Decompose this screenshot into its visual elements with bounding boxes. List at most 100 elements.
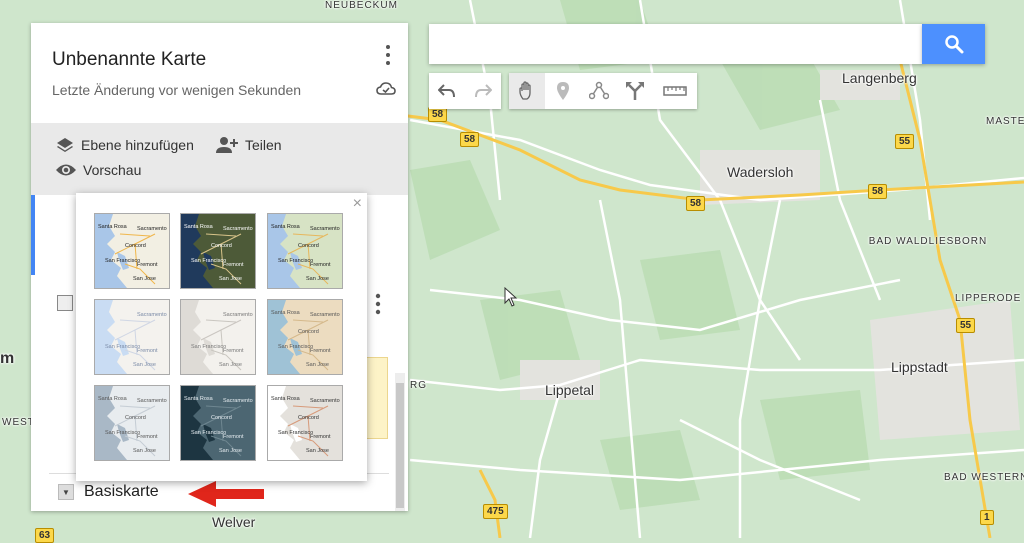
thumbnail-city-label: Concord (211, 415, 232, 421)
more-options-icon[interactable] (384, 43, 392, 67)
share-label: Teilen (245, 137, 282, 153)
thumbnail-city-label: Santa Rosa (184, 396, 214, 402)
basemap-preview-image: Santa Rosa Sacramento Concord San Francisco… (268, 300, 342, 374)
basemap-thumbnail-light-political[interactable]: Sacramento San Francisco Fremont San Jose (94, 299, 170, 375)
basemap-thumbnail-satellite[interactable]: Santa Rosa Sacramento Concord San Francisco… (180, 213, 256, 289)
drawing-tools-group (509, 73, 697, 109)
search-icon (944, 35, 963, 54)
basemap-preview-image: Santa Rosa Sacramento Concord San Francisco… (95, 214, 169, 288)
panel-scrollbar-thumb[interactable] (396, 383, 404, 508)
thumbnail-city-label: Sacramento (137, 398, 167, 404)
road-shield-58: 58 (460, 132, 480, 147)
mouse-cursor-icon (504, 287, 518, 307)
thumbnail-city-label: San Francisco (191, 344, 226, 350)
caret-down-icon[interactable]: ▼ (58, 484, 74, 500)
thumbnail-city-label: San Francisco (105, 258, 140, 264)
measure-distance-button[interactable] (653, 73, 697, 109)
map-label-langenberg: Langenberg (842, 70, 917, 86)
map-label-lippetal: Lippetal (545, 382, 595, 398)
close-icon[interactable]: × (353, 195, 362, 213)
basemap-thumbnail-simple-atlas[interactable]: Santa Rosa Sacramento Concord San Francisco… (267, 299, 343, 375)
road-shield-63: 63 (35, 528, 55, 543)
road-shield-55: 55 (956, 318, 976, 333)
thumbnail-city-label: Concord (125, 243, 146, 249)
map-label-welver: Welver (212, 514, 256, 530)
road-shield-1: 1 (980, 510, 994, 525)
undo-icon (438, 84, 455, 98)
preview-button[interactable]: Vorschau (55, 162, 141, 178)
panel-actions-bar: Ebene hinzufügen Teilen Vorschau (31, 123, 408, 195)
layer-visibility-checkbox[interactable] (57, 295, 73, 311)
map-label-lipperode: LIPPERODE (955, 293, 1022, 304)
basemap-label: Basiskarte (84, 483, 159, 500)
line-icon (589, 81, 609, 100)
thumbnail-city-label: Sacramento (137, 226, 167, 232)
thumbnail-city-label: Santa Rosa (271, 310, 301, 316)
basemap-toggle[interactable]: ▼ Basiskarte (58, 483, 159, 501)
thumbnail-city-label: Concord (298, 329, 319, 335)
add-directions-button[interactable] (617, 73, 653, 109)
basemap-thumbnail-terrain[interactable]: Santa Rosa Sacramento Concord San Francisco… (267, 213, 343, 289)
basemap-thumbnail-dark-landmass[interactable]: Santa Rosa Sacramento Concord San Francisco… (180, 385, 256, 461)
directions-icon (626, 82, 644, 100)
thumbnail-city-label: Sacramento (223, 312, 253, 318)
layer-options-icon[interactable] (375, 293, 381, 315)
thumbnail-city-label: Sacramento (310, 312, 340, 318)
thumbnail-city-label: San Francisco (105, 344, 140, 350)
basemap-preview-image: Sacramento San FranciscoFremont San Jose (181, 300, 255, 374)
red-arrow-icon (188, 481, 264, 507)
thumbnail-city-label: Concord (298, 243, 319, 249)
basemap-preview-image: Santa Rosa Sacramento Concord San Francisco… (268, 214, 342, 288)
draw-line-button[interactable] (581, 73, 617, 109)
search-box (429, 24, 923, 64)
add-layer-button[interactable]: Ebene hinzufügen (55, 136, 194, 154)
map-label-lippstadt: Lippstadt (891, 359, 948, 375)
thumbnail-city-label: Concord (298, 415, 319, 421)
basemap-preview-image: Santa Rosa Sacramento Concord San Francisco… (268, 386, 342, 460)
map-label-neubeckum: NEUBECKUM (325, 0, 398, 11)
redo-icon (475, 84, 492, 98)
basemap-thumbnail-map[interactable]: Santa Rosa Sacramento Concord San Francisco… (94, 213, 170, 289)
add-person-icon (216, 137, 238, 153)
share-button[interactable]: Teilen (215, 136, 282, 154)
basemap-preview-image: Santa Rosa Sacramento Concord San Francisco… (181, 214, 255, 288)
thumbnail-city-label: Santa Rosa (184, 224, 214, 230)
eye-icon (56, 164, 76, 176)
undo-button[interactable] (429, 73, 465, 109)
add-marker-button[interactable] (545, 73, 581, 109)
redo-button[interactable] (465, 73, 501, 109)
search-input[interactable] (439, 34, 913, 56)
road-shield-58: 58 (686, 196, 706, 211)
map-label-wadersloh: Wadersloh (727, 164, 794, 180)
add-layer-label: Ebene hinzufügen (81, 137, 194, 153)
thumbnail-city-label: Fremont (137, 348, 158, 354)
map-title[interactable]: Unbenannte Karte (52, 49, 206, 71)
thumbnail-city-label: San Jose (219, 362, 242, 368)
thumbnail-city-label: San Jose (306, 362, 329, 368)
search-button[interactable] (922, 24, 985, 64)
thumbnail-city-label: Sacramento (223, 226, 253, 232)
layers-icon (57, 138, 73, 152)
road-shield-55: 55 (895, 134, 915, 149)
thumbnail-city-label: San Francisco (105, 430, 140, 436)
basemap-thumbnail-whitewater[interactable]: Santa Rosa Sacramento Concord San Francisco… (267, 385, 343, 461)
basemap-preview-image: Santa Rosa Sacramento Concord San Francisco… (95, 386, 169, 460)
thumbnail-city-label: Fremont (223, 434, 244, 440)
basemap-preview-image: Sacramento San FranciscoFremont San Jose (95, 300, 169, 374)
thumbnail-city-label: San Francisco (278, 344, 313, 350)
thumbnail-city-label: Sacramento (137, 312, 167, 318)
basemap-thumbnail-light-landmass[interactable]: Santa Rosa Sacramento Concord San Francisco… (94, 385, 170, 461)
select-items-button[interactable] (509, 73, 545, 109)
thumbnail-city-label: Concord (125, 415, 146, 421)
thumbnail-city-label: San Francisco (191, 258, 226, 264)
thumbnail-city-label: San Jose (133, 276, 156, 282)
undo-redo-group (429, 73, 501, 109)
thumbnail-city-label: San Jose (133, 448, 156, 454)
basemap-thumbnail-mono-city[interactable]: Sacramento San Francisco Fremont San Jose (180, 299, 256, 375)
thumbnail-city-label: San Jose (219, 276, 242, 282)
thumbnail-city-label: Santa Rosa (271, 224, 301, 230)
basemap-preview-image: Santa Rosa Sacramento Concord San Francisco… (181, 386, 255, 460)
road-shield-58: 58 (428, 107, 448, 122)
thumbnail-city-label: Fremont (223, 262, 244, 268)
road-shield-58: 58 (868, 184, 888, 199)
